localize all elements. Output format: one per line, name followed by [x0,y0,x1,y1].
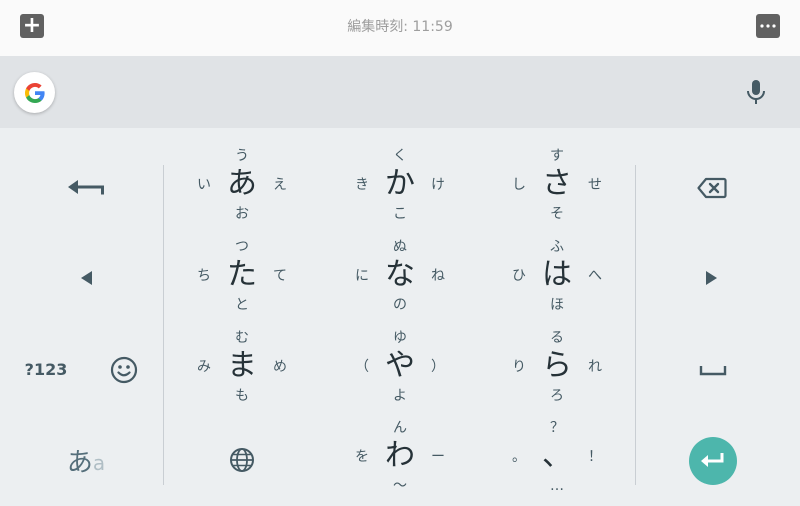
flick-down: こ [393,206,407,222]
flick-up: つ [235,239,249,255]
undo-arrow-icon[interactable] [62,172,112,202]
flick-right: れ [588,359,602,375]
flick-down: ほ [550,297,564,313]
flick-right: へ [588,268,602,284]
key-sa-row[interactable]: す し さ せ そ [507,142,607,232]
key-ha-row[interactable]: ふ ひ は へ ほ [507,233,607,323]
flick-right: け [431,177,445,193]
flick-up: ゆ [393,330,407,346]
flick-down: お [235,206,249,222]
flick-down: 〜 [393,478,407,494]
flick-up: ん [393,420,407,436]
symbols-key[interactable]: ?123 [20,356,72,382]
mic-icon[interactable] [744,78,768,108]
emoji-icon[interactable] [108,354,140,386]
cursor-right-icon[interactable] [700,266,724,290]
flick-down: ろ [550,388,564,404]
key-a-row[interactable]: う い あ え お [192,142,292,232]
top-bar: + 編集時刻: 11:59 [0,0,800,56]
key-wa-row[interactable]: ん を わ ー 〜 [350,414,450,504]
divider-right [635,165,636,485]
flick-right: ね [431,268,445,284]
flick-up: る [550,330,564,346]
flick-down: よ [393,388,407,404]
key-na-row[interactable]: ぬ に な ね の [350,233,450,323]
google-logo[interactable] [14,72,55,113]
flick-right: ） [431,359,445,375]
cursor-left-icon[interactable] [74,266,98,290]
key-punctuation[interactable]: ？ 。 、 ！ … [507,414,607,504]
key-ya-row[interactable]: ゆ （ や ） よ [350,324,450,414]
flick-up: む [235,330,249,346]
globe-icon[interactable] [228,446,256,474]
flick-up: ？ [550,420,564,436]
flick-up: ふ [550,239,564,255]
flick-up: す [550,148,564,164]
flick-right: め [273,359,287,375]
more-dots-icon[interactable] [756,14,780,38]
backspace-icon[interactable] [696,174,728,202]
key-ra-row[interactable]: る り ら れ ろ [507,324,607,414]
flick-down: そ [550,206,564,222]
page-title: 編集時刻: 11:59 [347,19,453,35]
key-ma-row[interactable]: む み ま め も [192,324,292,414]
mode-sub-label: a [92,451,106,475]
flick-right: え [273,177,287,193]
key-ka-row[interactable]: く き か け こ [350,142,450,232]
mode-main-label: あ [66,447,93,478]
flick-right: ！ [588,449,602,465]
flick-down: と [235,297,249,313]
key-ta-row[interactable]: つ ち た て と [192,233,292,323]
flick-up: ぬ [393,239,407,255]
flick-right: ー [431,449,445,465]
mode-toggle-key[interactable]: あ a [56,442,116,478]
flick-up: う [235,148,249,164]
flick-down: の [393,297,407,313]
suggestion-strip [0,56,800,128]
flick-down: … [550,478,564,494]
flick-down: も [235,388,249,404]
space-icon[interactable] [696,358,730,382]
enter-icon[interactable] [689,437,737,485]
flick-right: て [273,268,287,284]
divider-left [163,165,164,485]
flick-right: せ [588,177,602,193]
flick-up: く [393,148,407,164]
